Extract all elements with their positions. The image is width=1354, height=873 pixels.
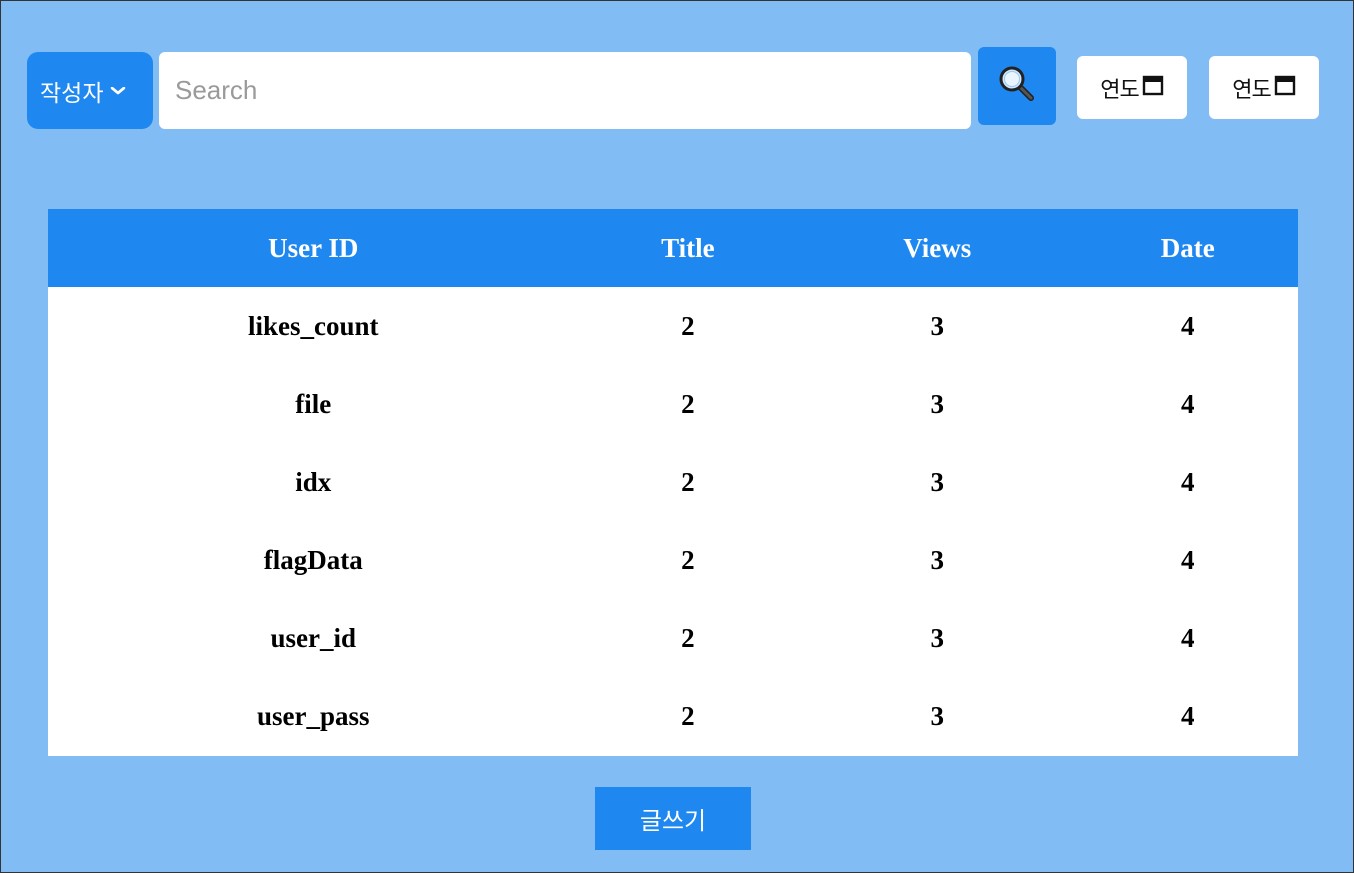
cell-title: 2: [681, 544, 695, 575]
cell-date: 4: [1180, 388, 1195, 419]
cell-views: 3: [930, 544, 945, 575]
column-header-title: Title: [661, 232, 715, 263]
start-date-input[interactable]: 연도: [1077, 56, 1187, 119]
cell-date: 4: [1180, 622, 1195, 653]
cell-user-id: user_pass: [257, 700, 370, 731]
cell-date: 4: [1180, 544, 1195, 575]
table-row[interactable]: user_id 2 3 4: [48, 599, 1298, 677]
search-toolbar: 작성자 연도 연도: [27, 47, 1327, 131]
end-date-input[interactable]: 연도: [1209, 56, 1319, 119]
cell-views: 3: [930, 466, 945, 497]
cell-views: 3: [930, 310, 945, 341]
cell-date: 4: [1180, 700, 1195, 731]
table-row[interactable]: user_pass 2 3 4: [48, 677, 1298, 755]
write-post-button-label: 글쓰기: [639, 807, 707, 835]
cell-views: 3: [930, 622, 945, 653]
cell-user-id: flagData: [263, 544, 363, 575]
author-filter-select[interactable]: 작성자: [27, 52, 153, 129]
write-post-button[interactable]: 글쓰기: [595, 787, 751, 850]
chevron-down-icon: [110, 83, 127, 99]
cell-title: 2: [681, 466, 695, 497]
cell-views: 3: [930, 388, 945, 419]
posts-table: User ID Title Views Date likes_count 2 3…: [48, 209, 1298, 756]
cell-user-id: file: [295, 388, 332, 419]
search-input[interactable]: [159, 52, 971, 129]
column-header-user-id: User ID: [268, 232, 359, 263]
cell-title: 2: [681, 388, 695, 419]
cell-views: 3: [930, 700, 945, 731]
calendar-icon[interactable]: [1274, 74, 1296, 102]
search-button[interactable]: [978, 47, 1056, 125]
table-row[interactable]: flagData 2 3 4: [48, 521, 1298, 599]
cell-title: 2: [681, 310, 695, 341]
cell-user-id: likes_count: [248, 310, 379, 341]
table-row[interactable]: likes_count 2 3 4: [48, 287, 1298, 365]
filter-select-label: 작성자: [40, 80, 104, 107]
cell-date: 4: [1180, 310, 1195, 341]
cell-user-id: idx: [295, 466, 332, 497]
calendar-icon[interactable]: [1142, 74, 1164, 102]
column-header-date: Date: [1160, 232, 1215, 263]
date-field-label: 연도: [1232, 77, 1271, 103]
magnifier-icon: [997, 64, 1037, 108]
cell-date: 4: [1180, 466, 1195, 497]
table-row[interactable]: idx 2 3 4: [48, 443, 1298, 521]
column-header-views: Views: [903, 232, 972, 263]
page-background: 작성자 연도 연도: [0, 0, 1354, 873]
cell-title: 2: [681, 700, 695, 731]
cell-user-id: user_id: [270, 622, 357, 653]
table-row[interactable]: file 2 3 4: [48, 365, 1298, 443]
date-field-label: 연도: [1100, 77, 1139, 103]
table-header-row: User ID Title Views Date: [48, 209, 1298, 287]
cell-title: 2: [681, 622, 695, 653]
